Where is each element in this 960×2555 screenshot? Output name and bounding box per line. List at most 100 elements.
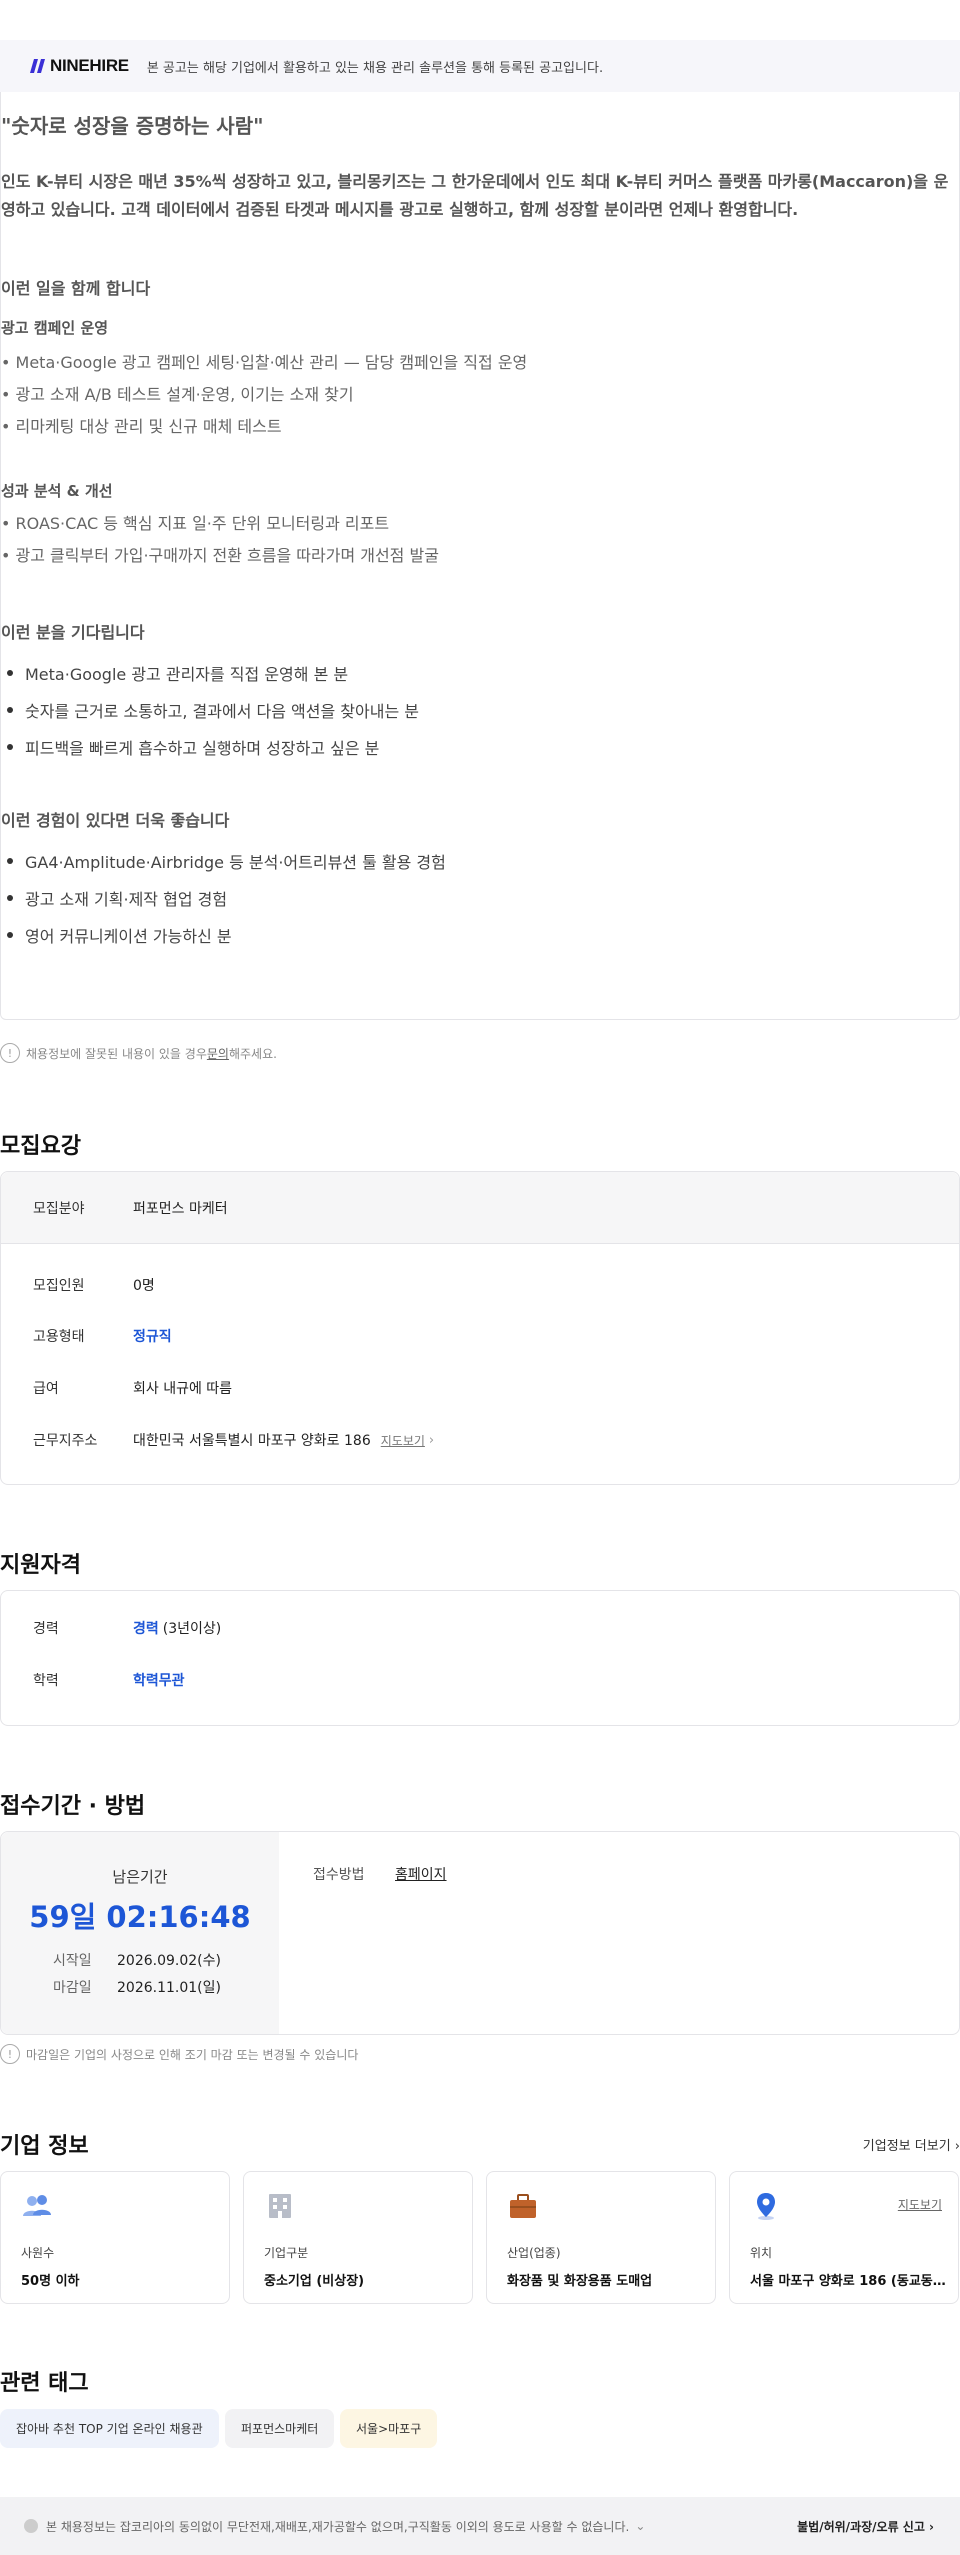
report-notice: ! 채용정보에 잘못된 내용이 있을 경우 문의 해주세요. [0, 1043, 277, 1063]
company-card-location: 지도보기 위치 서울 마포구 양화로 186 (동교동, LC타워) [729, 2171, 959, 2304]
homepage-link[interactable]: 홈페이지 [395, 1864, 447, 1884]
career-label: 경력 [33, 1621, 59, 1637]
start-date-row: 시작일 2026.09.02(수) [53, 1950, 221, 1970]
field-label: 모집분야 [33, 1201, 85, 1217]
headcount-label: 모집인원 [33, 1278, 85, 1294]
address-map-link[interactable]: 지도보기 [381, 1432, 425, 1449]
plus-title: 이런 경험이 있다면 더욱 좋습니다 [1, 811, 230, 830]
analysis-title: 성과 분석 & 개선 [1, 482, 113, 500]
career-row: 경력 경력 (3년이상) [33, 1618, 221, 1638]
campaign-line: • 리마케팅 대상 관리 및 신규 매체 테스트 [1, 417, 282, 436]
location-map-link[interactable]: 지도보기 [898, 2196, 942, 2213]
ninehire-banner: NINEHIRE 본 공고는 해당 기업에서 활용하고 있는 채용 관리 솔루션… [0, 40, 960, 92]
employment-type-label: 고용형태 [33, 1329, 85, 1345]
chevron-down-icon[interactable]: ⌄ [635, 2519, 645, 2533]
location-pin-icon [757, 2193, 775, 2220]
tags-title: 관련 태그 [0, 2371, 89, 2396]
want-item: 피드백을 빠르게 흡수하고 실행하며 성장하고 싶은 분 [1, 735, 379, 759]
company-card-employees: 사원수 50명 이하 [0, 2171, 230, 2304]
apply-method-label: 접수방법 [313, 1867, 365, 1883]
company-card-industry: 산업(업종) 화장품 및 화장용품 도매업 [486, 2171, 716, 2304]
briefcase-icon [510, 2194, 536, 2218]
address-row: 근무지주소 대한민국 서울특별시 마포구 양화로 186 지도보기 › [33, 1430, 434, 1450]
field-value: 퍼포먼스 마케터 [133, 1201, 228, 1217]
tag-chip[interactable]: 잡아바 추천 TOP 기업 온라인 채용관 [0, 2409, 219, 2448]
analysis-line: • 광고 클릭부터 가입·구매까지 전환 흐름을 따라가며 개선점 발굴 [1, 546, 439, 565]
bullet-dot [7, 895, 13, 901]
tag-chip[interactable]: 퍼포먼스마케터 [225, 2409, 335, 2448]
exclamation-icon: ! [0, 1043, 20, 1063]
salary-label: 급여 [33, 1381, 59, 1397]
report-inquiry-link[interactable]: 문의 [207, 1045, 229, 1062]
report-button[interactable]: 불법/허위/과장/오류 신고 › [797, 2518, 934, 2535]
company-card-value: 중소기업 (비상장) [264, 2274, 365, 2289]
employment-type-row: 고용형태 정규직 [33, 1326, 172, 1346]
start-date-value: 2026.09.02(수) [117, 1953, 221, 1969]
chevron-right-icon: › [428, 1432, 435, 1448]
want-title: 이런 분을 기다립니다 [1, 623, 145, 642]
company-more-text: 기업정보 더보기 [862, 2139, 951, 2154]
period-card: 남은기간 59일 02:16:48 시작일 2026.09.02(수) 마감일 … [0, 1831, 960, 2035]
report-button-label: 불법/허위/과장/오류 신고 [797, 2519, 925, 2534]
address-value: 대한민국 서울특별시 마포구 양화로 186 [133, 1433, 371, 1449]
deadline-notice-text: 마감일은 기업의 사정으로 인해 조기 마감 또는 변경될 수 있습니다 [26, 2047, 359, 2062]
plus-item-text: GA4·Amplitude·Airbridge 등 분석·어트리뷰션 툴 활용 … [25, 853, 446, 872]
end-date-value: 2026.11.01(일) [117, 1980, 221, 1996]
requirements-title: 모집요강 [0, 1134, 81, 1159]
company-title: 기업 정보 [0, 2134, 89, 2159]
want-item-text: 피드백을 빠르게 흡수하고 실행하며 성장하고 싶은 분 [25, 739, 380, 758]
career-note: (3년이상) [162, 1621, 222, 1637]
want-item-text: Meta·Google 광고 관리자를 직접 운영해 본 분 [25, 665, 349, 684]
company-more-link[interactable]: 기업정보 더보기 › [863, 2135, 960, 2154]
want-item: 숫자를 근거로 소통하고, 결과에서 다음 액션을 찾아내는 분 [1, 698, 419, 722]
want-item: Meta·Google 광고 관리자를 직접 운영해 본 분 [1, 661, 348, 685]
education-label: 학력 [33, 1673, 59, 1689]
bullet-dot [7, 744, 13, 750]
bullet-dot [7, 670, 13, 676]
analysis-line: • ROAS·CAC 등 핵심 지표 일·주 단위 모니터링과 리포트 [1, 514, 390, 533]
description-quote: "숫자로 성장을 증명하는 사람" [1, 114, 264, 138]
headcount-value: 0명 [133, 1278, 155, 1294]
address-label: 근무지주소 [33, 1433, 98, 1449]
qualifications-title: 지원자격 [0, 1553, 81, 1578]
report-notice-text-end: 해주세요. [228, 1046, 277, 1061]
exclamation-icon: ! [0, 2044, 20, 2064]
requirements-card: 모집분야 퍼포먼스 마케터 모집인원 0명 고용형태 정규직 급여 회사 내규에… [0, 1171, 960, 1485]
building-icon [269, 2194, 291, 2218]
company-card-value: 50명 이하 [21, 2274, 80, 2289]
ninehire-logo: NINEHIRE [30, 56, 129, 76]
plus-item-text: 광고 소재 기획·제작 협업 경험 [25, 890, 228, 909]
education-value: 학력무관 [133, 1673, 185, 1689]
plus-item: 광고 소재 기획·제작 협업 경험 [1, 886, 227, 910]
end-date-label: 마감일 [53, 1980, 92, 1996]
salary-row: 급여 회사 내규에 따름 [33, 1378, 232, 1398]
people-icon [23, 2195, 51, 2216]
banner-text: 본 공고는 해당 기업에서 활용하고 있는 채용 관리 솔루션을 통해 등록된 … [146, 60, 604, 76]
career-value: 경력 [133, 1621, 159, 1637]
report-notice-text: 채용정보에 잘못된 내용이 있을 경우 [26, 1046, 207, 1061]
field-row: 모집분야 퍼포먼스 마케터 [33, 1198, 228, 1218]
copyright-footer: 본 채용정보는 잡코리아의 동의없이 무단전재,재배포,재가공할수 없으며,구직… [0, 2497, 960, 2555]
info-dot-icon [24, 2519, 38, 2533]
remaining-label: 남은기간 [112, 1868, 168, 1886]
chevron-right-icon: › [954, 2139, 960, 2154]
tag-chip[interactable]: 서울>마포구 [340, 2409, 438, 2448]
bullet-dot [7, 707, 13, 713]
remaining-countdown: 59일 02:16:48 [29, 1900, 251, 1934]
plus-item: 영어 커뮤니케이션 가능하신 분 [1, 923, 232, 947]
end-date-row: 마감일 2026.11.01(일) [53, 1977, 221, 1997]
bullet-dot [7, 858, 13, 864]
ninehire-logo-icon [30, 59, 45, 73]
campaign-line: • 광고 소재 A/B 테스트 설계·운영, 이기는 소재 찾기 [1, 385, 354, 404]
company-card-label: 위치 [750, 2246, 773, 2260]
company-card-type: 기업구분 중소기업 (비상장) [243, 2171, 473, 2304]
company-card-value: 화장품 및 화장용품 도매업 [507, 2274, 653, 2289]
job-description-box: "숫자로 성장을 증명하는 사람" 인도 K-뷰티 시장은 매년 35%씩 성장… [0, 92, 960, 1020]
company-card-label: 산업(업종) [507, 2246, 561, 2260]
qualifications-card: 경력 경력 (3년이상) 학력 학력무관 [0, 1590, 960, 1726]
company-card-label: 기업구분 [264, 2246, 309, 2260]
description-intro: 인도 K-뷰티 시장은 매년 35%씩 성장하고 있고, 블리몽키즈는 그 한가… [1, 172, 949, 219]
apply-method-row: 접수방법 홈페이지 [313, 1864, 447, 1884]
start-date-label: 시작일 [53, 1953, 92, 1969]
company-card-value: 서울 마포구 양화로 186 (동교동, LC타워) [750, 2274, 950, 2289]
